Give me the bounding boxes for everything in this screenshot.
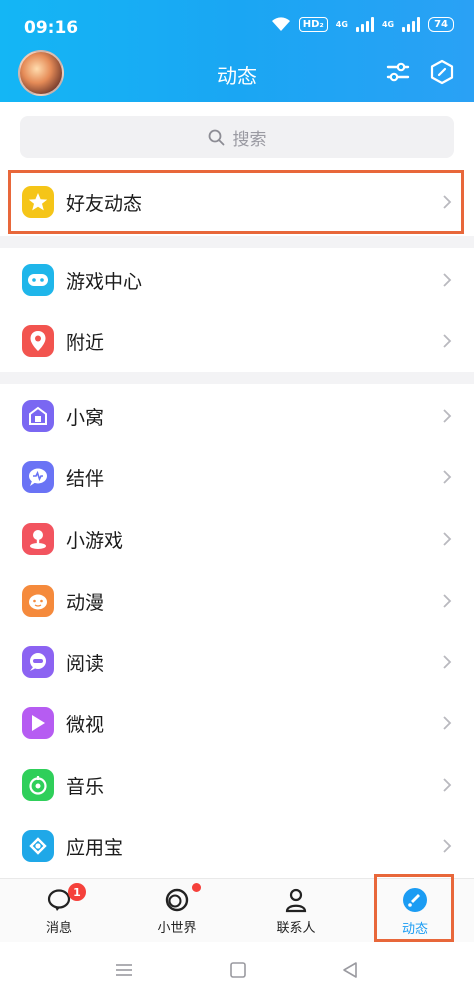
menu-item-music[interactable]: 音乐: [0, 755, 474, 815]
menu-label: 结伴: [66, 467, 105, 490]
search-placeholder: 搜索: [232, 129, 267, 150]
play-icon: [22, 707, 54, 739]
chevron-right-icon: [443, 716, 452, 730]
sliders-icon: [386, 62, 410, 82]
reader-icon: [22, 646, 54, 678]
unread-badge: 1: [68, 883, 86, 901]
search-input[interactable]: 搜索: [20, 116, 454, 158]
wifi-icon: [271, 17, 290, 31]
menu-label: 动漫: [66, 591, 105, 614]
header-bar: 09:16 HD₂ 4G 4G 74 动态: [0, 0, 474, 102]
menu-item-anime[interactable]: 动漫: [0, 571, 474, 631]
chevron-right-icon: [443, 778, 452, 792]
nav-label: 联系人: [276, 920, 316, 936]
new-dot: [192, 883, 201, 892]
signal-2-icon: [402, 16, 421, 32]
chat-heart-icon: [22, 461, 54, 493]
network-1-label: 4G: [335, 19, 348, 29]
menu-item-jieban[interactable]: 结伴: [0, 447, 474, 507]
status-time: 09:16: [24, 18, 79, 38]
menu-item-weishi[interactable]: 微视: [0, 693, 474, 753]
menu-lines-icon[interactable]: [114, 960, 134, 980]
menu-item-xiaowo[interactable]: 小窝: [0, 386, 474, 446]
settings-sliders-button[interactable]: [384, 58, 412, 86]
nav-small-world[interactable]: 小世界: [118, 879, 236, 943]
system-nav-bar: [0, 942, 474, 1000]
section-divider: [0, 236, 474, 248]
menu-label: 微视: [66, 713, 105, 736]
music-icon: [22, 769, 54, 801]
nav-label: 小世界: [157, 920, 197, 936]
hexagon-settings-button[interactable]: [428, 58, 456, 86]
world-ring-icon: [165, 888, 189, 911]
nav-contacts[interactable]: 联系人: [237, 879, 355, 943]
battery-icon: 74: [428, 16, 454, 32]
gamepad-icon: [22, 264, 54, 296]
menu-label: 小游戏: [66, 529, 124, 552]
person-icon: [285, 888, 307, 912]
signal-1-icon: [355, 16, 374, 32]
highlight-box: [374, 874, 454, 942]
chevron-right-icon: [443, 655, 452, 669]
chevron-right-icon: [443, 470, 452, 484]
location-pin-icon: [22, 325, 54, 357]
network-2-label: 4G: [381, 19, 395, 29]
menu-item-game-center[interactable]: 游戏中心: [0, 250, 474, 310]
appstore-icon: [22, 830, 54, 862]
section-divider: [0, 372, 474, 384]
nav-messages[interactable]: 消息 1: [0, 879, 118, 943]
menu-item-reading[interactable]: 阅读: [0, 632, 474, 692]
menu-label: 阅读: [66, 652, 105, 675]
chevron-right-icon: [443, 532, 452, 546]
anime-face-icon: [22, 585, 54, 617]
home-square-icon[interactable]: [228, 960, 248, 980]
chevron-right-icon: [443, 334, 452, 348]
chevron-right-icon: [443, 409, 452, 423]
back-triangle-icon[interactable]: [340, 960, 360, 980]
menu-item-nearby[interactable]: 附近: [0, 311, 474, 371]
chevron-right-icon: [443, 594, 452, 608]
menu-label: 附近: [66, 331, 105, 354]
hexagon-icon: [430, 59, 454, 85]
status-icons: HD₂ 4G 4G 74: [271, 16, 454, 32]
nav-label: 消息: [45, 920, 72, 936]
chevron-right-icon: [443, 839, 452, 853]
menu-item-mini-games[interactable]: 小游戏: [0, 509, 474, 569]
menu-label: 小窝: [66, 406, 105, 429]
menu-label: 音乐: [66, 775, 105, 798]
chevron-right-icon: [443, 273, 452, 287]
home-icon: [22, 400, 54, 432]
joystick-icon: [22, 523, 54, 555]
menu-label: 应用宝: [66, 836, 124, 859]
highlight-box: [8, 170, 464, 234]
menu-label: 游戏中心: [66, 270, 143, 293]
hd-badge: HD₂: [298, 16, 328, 32]
menu-item-appstore[interactable]: 应用宝: [0, 816, 474, 876]
search-icon: [208, 129, 224, 145]
